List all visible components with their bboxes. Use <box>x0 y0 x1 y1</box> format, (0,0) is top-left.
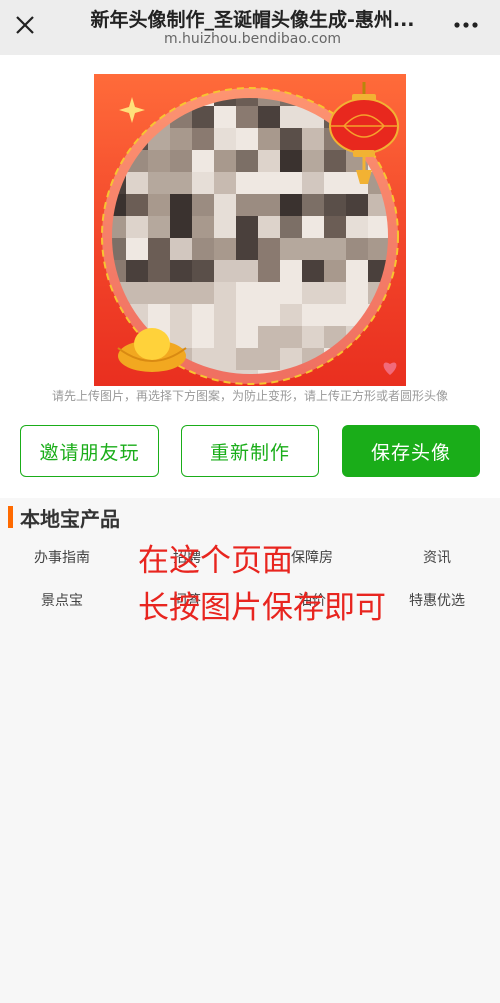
save-avatar-button[interactable]: 保存头像 <box>342 425 480 477</box>
product-link-guide[interactable]: 办事指南 <box>12 547 112 567</box>
close-icon[interactable] <box>10 10 40 40</box>
remake-button[interactable]: 重新制作 <box>181 425 319 477</box>
invite-friends-button[interactable]: 邀请朋友玩 <box>20 425 159 477</box>
product-link-news[interactable]: 资讯 <box>387 547 487 567</box>
sparkle-icon <box>119 97 145 123</box>
section-title: 本地宝产品 <box>20 507 120 531</box>
browser-top-bar: 新年头像制作_圣诞帽头像生成-惠州... m.huizhou.bendibao.… <box>0 0 500 55</box>
page-url: m.huizhou.bendibao.com <box>163 31 342 47</box>
annotation-line-1: 在这个页面 <box>138 543 293 579</box>
section-accent-bar <box>8 506 13 528</box>
more-options-icon[interactable] <box>449 10 483 40</box>
page-title: 新年头像制作_圣诞帽头像生成-惠州... <box>90 9 415 31</box>
product-link-deals[interactable]: 特惠优选 <box>387 590 487 610</box>
upload-hint-text: 请先上传图片，再选择下方图案，为防止变形，请上传正方形或者圆形头像 <box>51 389 448 403</box>
annotation-line-2: 长按图片保存即可 <box>138 590 386 626</box>
avatar-preview-image[interactable] <box>94 74 406 386</box>
product-link-attractions[interactable]: 景点宝 <box>12 590 112 610</box>
heart-icon <box>383 362 397 375</box>
